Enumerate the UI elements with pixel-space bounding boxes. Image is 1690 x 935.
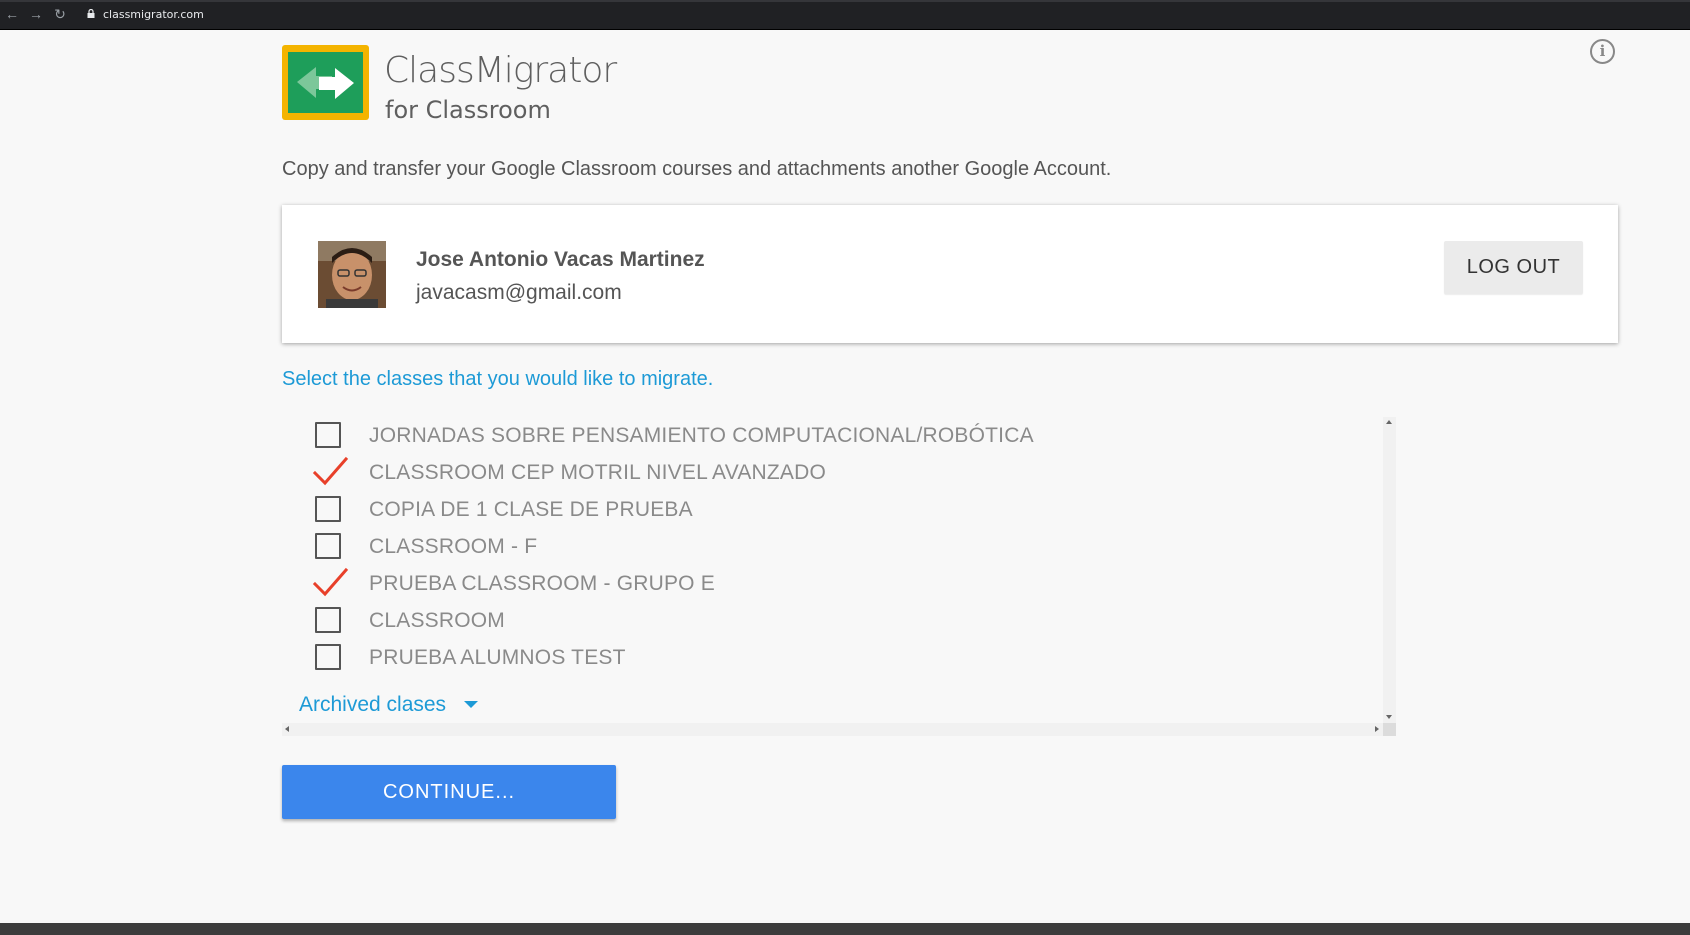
checkmark-icon[interactable] bbox=[311, 565, 349, 599]
class-item[interactable]: CLASSROOM bbox=[282, 602, 1362, 638]
checkbox-unchecked[interactable] bbox=[315, 607, 341, 633]
address-bar[interactable] bbox=[80, 4, 1682, 26]
checkbox-unchecked[interactable] bbox=[315, 644, 341, 670]
bottom-bar bbox=[0, 923, 1690, 935]
user-email: javacasm@gmail.com bbox=[416, 281, 622, 304]
class-item[interactable]: CLASSROOM - F bbox=[282, 528, 1362, 564]
info-icon[interactable]: i bbox=[1590, 39, 1615, 64]
browser-toolbar: ← → ↻ classmigrator.com bbox=[0, 0, 1690, 30]
class-label: PRUEBA ALUMNOS TEST bbox=[369, 646, 626, 669]
tab-strip bbox=[0, 0, 1690, 2]
class-label: COPIA DE 1 CLASE DE PRUEBA bbox=[369, 498, 693, 521]
class-label: CLASSROOM CEP MOTRIL NIVEL AVANZADO bbox=[369, 461, 827, 484]
scrollbar-corner bbox=[1383, 723, 1396, 736]
checkmark-icon[interactable] bbox=[311, 454, 349, 488]
lock-icon bbox=[87, 9, 95, 18]
back-icon[interactable]: ← bbox=[4, 6, 20, 22]
class-label: JORNADAS SOBRE PENSAMIENTO COMPUTACIONAL… bbox=[369, 424, 1034, 447]
checkbox-unchecked[interactable] bbox=[315, 533, 341, 559]
caret-down-icon[interactable] bbox=[464, 701, 478, 708]
select-prompt: Select the classes that you would like t… bbox=[282, 368, 714, 390]
class-item[interactable]: PRUEBA CLASSROOM - GRUPO E bbox=[282, 565, 1362, 601]
class-item[interactable]: JORNADAS SOBRE PENSAMIENTO COMPUTACIONAL… bbox=[282, 417, 1362, 453]
tagline: Copy and transfer your Google Classroom … bbox=[282, 158, 1112, 180]
user-name: Jose Antonio Vacas Martinez bbox=[416, 248, 705, 271]
class-item[interactable]: PRUEBA ALUMNOS TEST bbox=[282, 639, 1362, 675]
account-card: Jose Antonio Vacas Martinez javacasm@gma… bbox=[282, 205, 1618, 343]
class-item[interactable]: COPIA DE 1 CLASE DE PRUEBA bbox=[282, 491, 1362, 527]
archived-classes-toggle[interactable]: Archived clases bbox=[299, 693, 446, 717]
class-label: CLASSROOM - F bbox=[369, 535, 538, 558]
continue-button[interactable]: CONTINUE... bbox=[282, 765, 616, 819]
checkbox-unchecked[interactable] bbox=[315, 422, 341, 448]
scroll-up-icon[interactable] bbox=[1386, 420, 1392, 424]
brand-subtitle: for Classroom bbox=[385, 96, 551, 124]
class-list: JORNADAS SOBRE PENSAMIENTO COMPUTACIONAL… bbox=[282, 417, 1396, 736]
scroll-left-icon[interactable] bbox=[285, 726, 289, 732]
class-item[interactable]: CLASSROOM CEP MOTRIL NIVEL AVANZADO bbox=[282, 454, 1362, 490]
arrows-icon bbox=[297, 67, 354, 99]
forward-icon[interactable]: → bbox=[28, 6, 44, 22]
checkbox-unchecked[interactable] bbox=[315, 496, 341, 522]
logo-inner bbox=[288, 52, 363, 113]
scroll-down-icon[interactable] bbox=[1386, 715, 1392, 719]
avatar-photo bbox=[318, 241, 386, 308]
reload-icon[interactable]: ↻ bbox=[52, 6, 68, 22]
class-label: PRUEBA CLASSROOM - GRUPO E bbox=[369, 572, 715, 595]
class-label: CLASSROOM bbox=[369, 609, 505, 632]
brand-name: ClassMigrator bbox=[384, 50, 617, 91]
app-logo bbox=[282, 45, 369, 120]
logout-button[interactable]: LOG OUT bbox=[1444, 241, 1583, 294]
vertical-scrollbar[interactable] bbox=[1383, 417, 1396, 736]
scroll-right-icon[interactable] bbox=[1375, 726, 1379, 732]
url-text: classmigrator.com bbox=[103, 8, 204, 21]
avatar bbox=[318, 241, 386, 308]
horizontal-scrollbar[interactable] bbox=[282, 723, 1383, 736]
